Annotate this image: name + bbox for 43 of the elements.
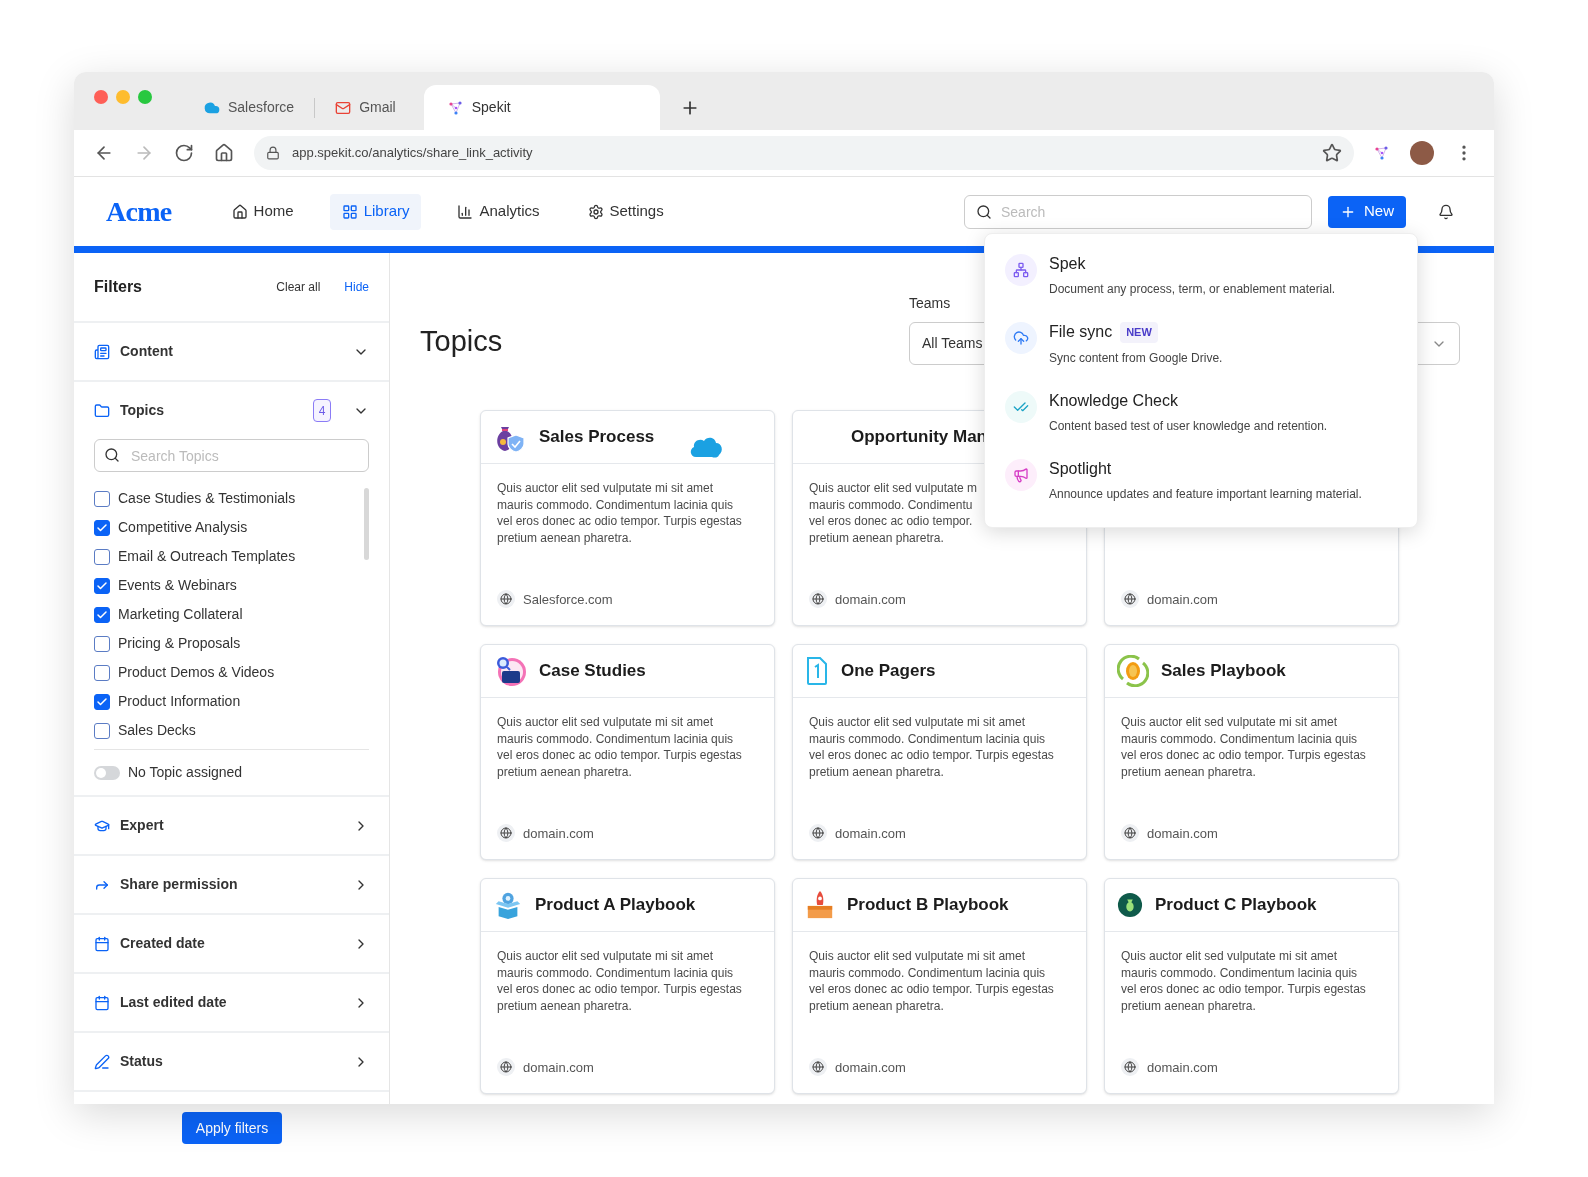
menu-item-title: File sync — [1049, 322, 1113, 343]
topic-label: Product Information — [118, 692, 241, 711]
card-description: Quis auctor elit sed vulputate mi sit amet mauris commodo. Condimentum lacinia quis vel eros donec ac odio tempor. Turpis egestas pretium aenean pharetra. — [497, 480, 742, 546]
card-description: Quis auctor elit sed vulputate mi sit amet mauris commodo. Condimentum lacinia quis vel eros donec ac odio tempor. Turpis egestas pretium aenean pharetra. — [1121, 714, 1366, 780]
card-description: Quis auctor elit sed vulputate mi sit amet mauris commodo. Condimentum lacinia quis vel eros donec ac odio tempor. Turpis egestas pretium aenean pharetra. — [809, 948, 1054, 1014]
filter-section-title: Share permission — [120, 875, 238, 894]
card-description: Quis auctor elit sed vulputate mi sit amet mauris commodo. Condimentum lacinia quis vel eros donec ac odio tempor. Turpis egestas pretium aenean pharetra. — [1121, 948, 1366, 1014]
teams-label: Teams — [909, 294, 951, 313]
menu-item-title: Knowledge Check — [1049, 390, 1178, 411]
topic-label: Email & Outreach Templates — [118, 547, 296, 566]
filter-section-title: Created date — [120, 934, 205, 953]
count-badge: 4 — [313, 399, 331, 422]
card-title: Case Studies — [539, 660, 646, 683]
menu-item-description: Document any process, term, or enablement material. — [1049, 281, 1336, 298]
topic-label: Sales Decks — [118, 721, 196, 740]
filter-section-title: Last edited date — [120, 993, 227, 1012]
card-description: Quis auctor elit sed vulputate mi sit amet mauris commodo. Condimentum lacinia quis vel eros donec ac odio tempor. Turpis egestas pretium aenean pharetra. — [497, 714, 742, 780]
card-title: Sales Playbook — [1161, 660, 1286, 683]
page-title: Topics — [420, 323, 503, 359]
topic-label: Product Demos & Videos — [118, 663, 275, 682]
topic-label: Events & Webinars — [118, 576, 237, 595]
new-badge: NEW — [1120, 322, 1158, 343]
topic-label: Case Studies & Testimonials — [118, 489, 296, 508]
card-title: One Pagers — [841, 660, 936, 683]
topic-label: Pricing & Proposals — [118, 634, 241, 653]
card-description: Quis auctor elit sed vulputate mi sit amet mauris commodo. Condimentum lacinia quis vel eros donec ac odio tempor. Turpis egestas pretium aenean pharetra. — [809, 714, 1054, 780]
menu-item-description: Sync content from Google Drive. — [1049, 349, 1223, 367]
card-description: Quis auctor elit sed vulputate mi sit amet mauris commodo. Condimentum lacinia quis vel eros donec ac odio tempor. Turpis egestas pretium aenean pharetra. — [497, 948, 742, 1014]
card-title: Product B Playbook — [847, 894, 1009, 917]
card-title: Product A Playbook — [535, 894, 696, 917]
filter-section-title: Topics — [120, 401, 165, 420]
filter-section-title: Status — [120, 1052, 163, 1071]
card-title: Sales Process — [539, 426, 655, 449]
url-text: app.spekit.co/analytics/share_link_activity — [292, 144, 533, 163]
topic-label: Marketing Collateral — [118, 605, 243, 624]
menu-item-title: Spek — [1049, 254, 1086, 274]
filter-section-title: Content — [120, 342, 173, 361]
filters-title: Filters — [94, 277, 142, 297]
card-description: Quis auctor elit sed vulputate m mauris commodo. Condimentu vel eros donec ac odio tempor. pretium aenean pharetra. — [809, 480, 978, 546]
topic-label: Competitive Analysis — [118, 518, 248, 537]
toggle-label: No Topic assigned — [128, 763, 243, 782]
card-title: Product C Playbook — [1155, 894, 1317, 917]
filter-section-title: Expert — [120, 816, 164, 835]
